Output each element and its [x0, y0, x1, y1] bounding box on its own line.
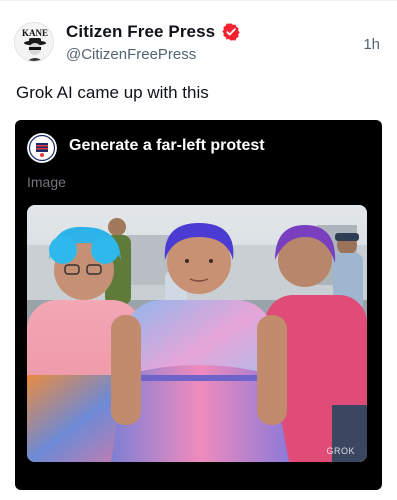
top-divider [0, 0, 397, 1]
prompt-text: Generate a far-left protest [69, 137, 265, 154]
author-display-name[interactable]: Citizen Free Press [66, 22, 215, 42]
post-text: Grok AI came up with this [16, 83, 209, 102]
author-avatar[interactable]: KANE [14, 22, 54, 62]
verified-badge-icon[interactable] [221, 22, 241, 42]
svg-text:KANE: KANE [22, 28, 48, 38]
generated-image[interactable]: GROK [27, 205, 367, 462]
seal-logo-icon [27, 133, 57, 163]
image-type-label: Image [27, 174, 66, 190]
post-timestamp[interactable]: 1h [363, 36, 380, 53]
author-name-row: Citizen Free Press [66, 22, 241, 42]
kane-logo-icon: KANE [15, 23, 53, 61]
author-handle[interactable]: @CitizenFreePress [66, 46, 196, 63]
grok-watermark: GROK [326, 446, 355, 456]
grok-image-card[interactable]: Generate a far-left protest Image GROK [15, 120, 382, 490]
